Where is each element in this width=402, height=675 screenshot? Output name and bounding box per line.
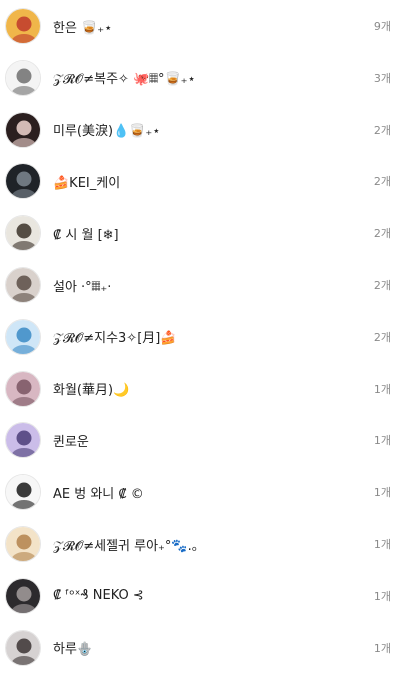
message-count: 2개 [373, 330, 391, 344]
mask-avatar-icon [6, 475, 40, 510]
list-item[interactable]: 미루(美淚)💧🥃₊⋆ 2개 [0, 104, 402, 156]
message-count: 1개 [373, 382, 391, 396]
message-count: 2개 [373, 175, 391, 189]
avatar [5, 474, 41, 511]
participant-name: 𝒵𝓡𝓞≠지수3✧[月]🍰 [53, 331, 177, 347]
portrait-avatar-icon [6, 578, 40, 613]
avatar [5, 526, 41, 562]
list-item[interactable]: 𝒵𝓡𝓞≠복주✧ 🐙𝄜°🥃₊⋆ 3개 [0, 52, 402, 104]
avatar [5, 422, 41, 459]
message-count: 1개 [373, 486, 391, 500]
list-item[interactable]: AE 벙 와니 ₡ © 1개 [0, 466, 402, 518]
participant-name: 미루(美淚)💧🥃₊⋆ [53, 124, 161, 140]
message-count: 2개 [373, 227, 391, 241]
participant-name: 설아 ·°𝄜₊· [53, 279, 112, 295]
avatar [5, 370, 41, 407]
participant-name: ₡ ᶠᵒˣ₰ NEKO ⊰ [53, 588, 144, 604]
chef-avatar-icon [6, 60, 40, 95]
avatar [5, 318, 41, 355]
portrait-avatar-icon [6, 527, 40, 561]
message-count: 1개 [373, 434, 391, 448]
participant-name: 𝒵𝓡𝓞≠복주✧ 🐙𝄜°🥃₊⋆ [53, 72, 196, 88]
portrait-avatar-icon [6, 630, 40, 665]
avatar [5, 577, 41, 614]
list-item[interactable]: 🍰KEI_케이 2개 [0, 155, 402, 207]
participant-name: 🍰KEI_케이 [53, 175, 121, 191]
participant-name: 화월(華月)🌙 [53, 383, 130, 399]
avatar [5, 215, 41, 252]
participant-name: ₡ 시 월 [❄] [53, 227, 119, 243]
list-item[interactable]: 한은 🥃₊⋆ 9개 [0, 0, 402, 52]
message-count: 1개 [373, 589, 391, 603]
list-item[interactable]: 𝒵𝓡𝓞≠지수3✧[月]🍰 2개 [0, 311, 402, 363]
participant-name: 하루🪬 [53, 642, 94, 658]
participant-name: 한은 🥃₊⋆ [53, 20, 113, 36]
message-count: 2개 [373, 123, 391, 137]
participant-name: 퀸로운 [53, 434, 89, 450]
avatar [5, 163, 41, 200]
avatar [5, 629, 41, 666]
portrait-avatar-icon [6, 112, 40, 147]
list-item[interactable]: 설아 ·°𝄜₊· 2개 [0, 259, 402, 311]
avatar [5, 59, 41, 96]
avatar [5, 111, 41, 148]
blue-character-avatar-icon [6, 319, 40, 354]
list-item[interactable]: 퀸로운 1개 [0, 414, 402, 466]
portrait-avatar-icon [6, 268, 40, 302]
message-count: 9개 [373, 20, 391, 33]
message-count: 3개 [373, 71, 391, 85]
pikachu-avatar-icon [6, 9, 40, 43]
list-item[interactable]: 𝒵𝓡𝓞≠세젤귀 루아₊°🐾.。 1개 [0, 518, 402, 570]
message-count: 1개 [373, 641, 391, 655]
message-count: 2개 [373, 279, 391, 292]
participant-name: 𝒵𝓡𝓞≠세젤귀 루아₊°🐾.。 [53, 538, 205, 554]
portrait-avatar-icon [6, 423, 40, 458]
avatar [5, 267, 41, 303]
participant-name: AE 벙 와니 ₡ © [53, 486, 144, 502]
list-item[interactable]: ₡ ᶠᵒˣ₰ NEKO ⊰ 1개 [0, 570, 402, 622]
list-item[interactable]: 화월(華月)🌙 1개 [0, 363, 402, 415]
avatar [5, 8, 41, 44]
participant-list: 한은 🥃₊⋆ 9개 𝒵𝓡𝓞≠복주✧ 🐙𝄜°🥃₊⋆ 3개 미루(美淚)💧🥃₊⋆ 2개 🍰KEI… [0, 0, 402, 675]
portrait-avatar-icon [6, 371, 40, 406]
portrait-avatar-icon [6, 164, 40, 199]
portrait-avatar-icon [6, 216, 40, 251]
message-count: 1개 [373, 538, 391, 551]
list-item[interactable]: 하루🪬 1개 [0, 622, 402, 674]
list-item[interactable]: ₡ 시 월 [❄] 2개 [0, 207, 402, 259]
